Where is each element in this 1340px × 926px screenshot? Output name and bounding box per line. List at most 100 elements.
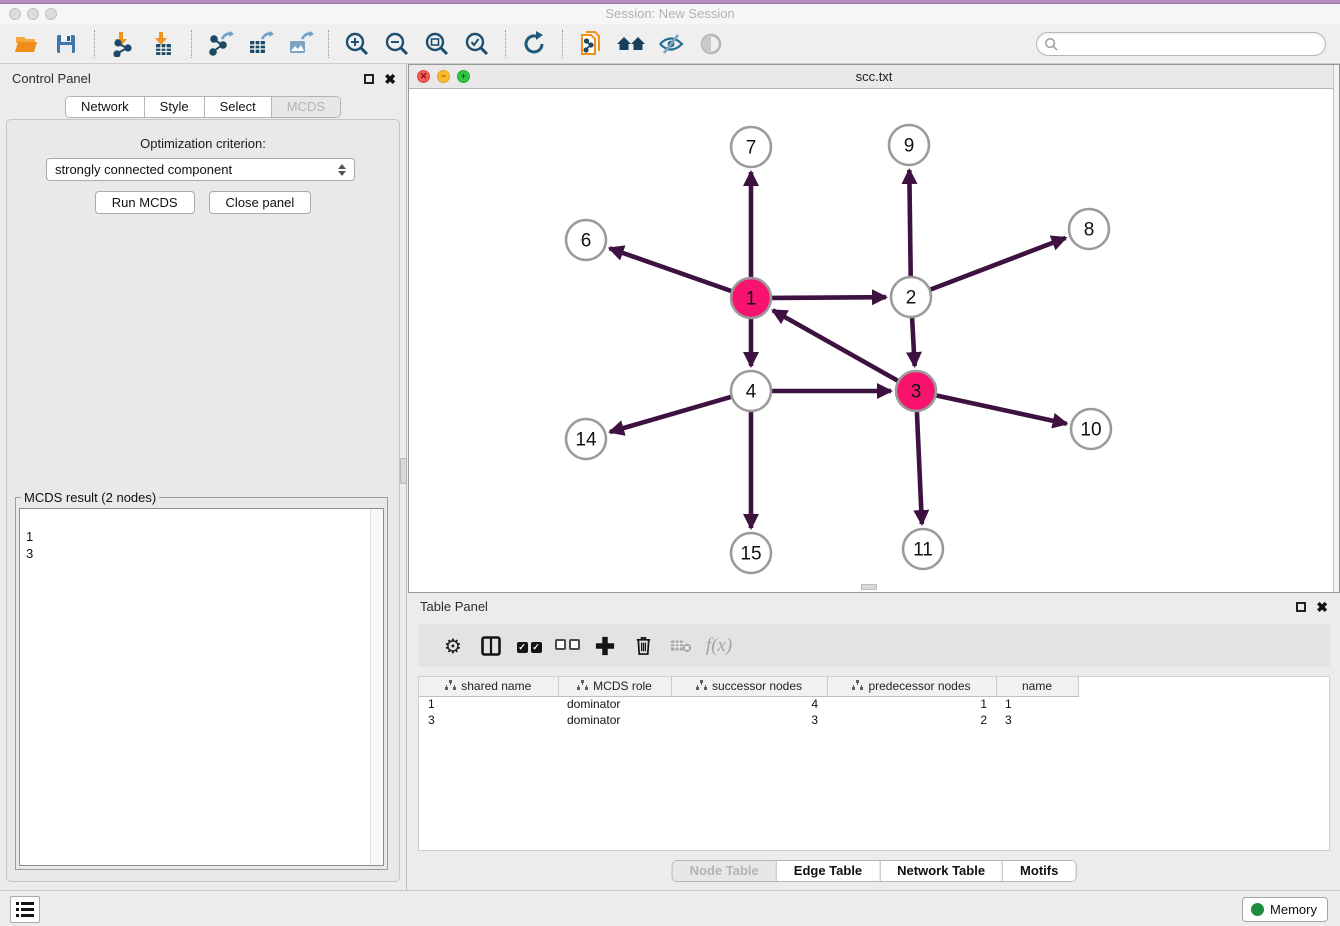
unselect-all-button[interactable]	[548, 629, 586, 663]
tab-edge-table[interactable]: Edge Table	[776, 861, 879, 881]
column-header-successor-nodes[interactable]: successor nodes	[671, 677, 827, 696]
cell-mcds-role[interactable]: dominator	[558, 712, 671, 728]
import-network-button[interactable]	[103, 27, 143, 61]
graph-node-9[interactable]: 9	[889, 125, 929, 165]
tab-select[interactable]: Select	[204, 97, 271, 117]
cell-name[interactable]: 1	[996, 696, 1078, 712]
table-settings-button[interactable]: ⚙	[434, 629, 472, 663]
graph-node-2[interactable]: 2	[891, 277, 931, 317]
tab-style[interactable]: Style	[144, 97, 204, 117]
network-close-button[interactable]: ✕	[417, 70, 430, 83]
open-session-button[interactable]	[6, 27, 46, 61]
svg-text:6: 6	[581, 231, 592, 252]
table-row: 1 dominator 4 1 1	[419, 696, 1078, 712]
panel-splitter-handle[interactable]	[400, 458, 407, 484]
result-scrollbar[interactable]	[370, 509, 383, 865]
titlebar-traffic-lights[interactable]	[9, 8, 57, 20]
search-input[interactable]	[1059, 34, 1325, 54]
zoom-window-button[interactable]	[45, 8, 57, 20]
zoom-in-button[interactable]	[337, 27, 377, 61]
graph-edge-3-1[interactable]	[773, 310, 898, 380]
graph-node-1[interactable]: 1	[731, 278, 771, 318]
memory-button[interactable]: Memory	[1242, 897, 1328, 922]
criterion-select[interactable]: strongly connected component	[46, 158, 355, 181]
graph-edge-2-9[interactable]	[909, 170, 910, 276]
memory-label: Memory	[1270, 902, 1317, 917]
minimize-window-button[interactable]	[27, 8, 39, 20]
tab-network[interactable]: Network	[66, 97, 144, 117]
cell-name[interactable]: 3	[996, 712, 1078, 728]
network-vscroll[interactable]	[1333, 65, 1339, 592]
tab-mcds[interactable]: MCDS	[271, 97, 340, 117]
first-neighbors-button[interactable]	[611, 27, 651, 61]
cell-predecessor-nodes[interactable]: 2	[827, 712, 996, 728]
cell-shared-name[interactable]: 3	[419, 712, 558, 728]
show-panels-button[interactable]	[10, 896, 40, 923]
zoom-fit-button[interactable]	[417, 27, 457, 61]
run-mcds-button[interactable]: Run MCDS	[95, 191, 195, 214]
graph-node-6[interactable]: 6	[566, 220, 606, 260]
graph-edge-1-6[interactable]	[610, 248, 732, 291]
table-row: 3 dominator 3 2 3	[419, 712, 1078, 728]
graph-edge-2-3[interactable]	[912, 318, 915, 366]
column-header-name[interactable]: name	[996, 677, 1078, 696]
tab-motifs[interactable]: Motifs	[1002, 861, 1075, 881]
mcds-tab-content: Optimization criterion: strongly connect…	[6, 119, 400, 882]
zoom-in-icon	[344, 31, 370, 57]
graph-node-8[interactable]: 8	[1069, 209, 1109, 249]
network-minimize-button[interactable]: −	[437, 70, 450, 83]
graph-edge-4-14[interactable]	[610, 397, 731, 432]
close-table-panel-icon[interactable]: ✖	[1316, 600, 1328, 614]
control-panel-header: Control Panel ✖	[0, 64, 406, 93]
show-all-button[interactable]	[691, 27, 731, 61]
graph-node-10[interactable]: 10	[1071, 409, 1111, 449]
add-row-button[interactable]	[586, 629, 624, 663]
zoom-out-button[interactable]	[377, 27, 417, 61]
graph-edge-1-2[interactable]	[772, 297, 886, 298]
graph-edge-3-10[interactable]	[937, 396, 1067, 424]
close-window-button[interactable]	[9, 8, 21, 20]
graph-node-3[interactable]: 3	[896, 371, 936, 411]
graph-node-15[interactable]: 15	[731, 533, 771, 573]
network-canvas[interactable]: 7 9 6 8 1 2 4 3 14 10 15 11	[409, 89, 1339, 592]
graph-node-11[interactable]: 11	[903, 529, 943, 569]
zoom-selected-button[interactable]	[457, 27, 497, 61]
hide-selected-button[interactable]	[651, 27, 691, 61]
network-maximize-button[interactable]: +	[457, 70, 470, 83]
graph-edge-3-11[interactable]	[917, 412, 922, 524]
new-network-from-selection-button[interactable]	[571, 27, 611, 61]
cell-mcds-role[interactable]: dominator	[558, 696, 671, 712]
float-panel-icon[interactable]	[364, 74, 374, 84]
graph-node-7[interactable]: 7	[731, 127, 771, 167]
graph-node-4[interactable]: 4	[731, 371, 771, 411]
import-table-button[interactable]	[143, 27, 183, 61]
float-table-panel-icon[interactable]	[1296, 602, 1306, 612]
cell-successor-nodes[interactable]: 3	[671, 712, 827, 728]
column-header-predecessor-nodes[interactable]: predecessor nodes	[827, 677, 996, 696]
graph-edge-2-8[interactable]	[931, 238, 1066, 290]
delete-column-button[interactable]	[662, 629, 700, 663]
close-panel-icon[interactable]: ✖	[384, 72, 396, 86]
column-header-shared-name[interactable]: shared name	[419, 677, 558, 696]
select-all-button[interactable]: ✓✓	[510, 629, 548, 663]
function-builder-button[interactable]: f(x)	[700, 629, 738, 663]
save-session-button[interactable]	[46, 27, 86, 61]
network-hscroll-handle[interactable]	[861, 584, 877, 590]
cell-successor-nodes[interactable]: 4	[671, 696, 827, 712]
show-columns-button[interactable]	[472, 629, 510, 663]
export-image-button[interactable]	[280, 27, 320, 61]
delete-row-button[interactable]	[624, 629, 662, 663]
graph-node-14[interactable]: 14	[566, 419, 606, 459]
tab-network-table[interactable]: Network Table	[879, 861, 1002, 881]
column-header-mcds-role[interactable]: MCDS role	[558, 677, 671, 696]
close-panel-button[interactable]: Close panel	[209, 191, 312, 214]
refresh-view-button[interactable]	[514, 27, 554, 61]
export-network-button[interactable]	[200, 27, 240, 61]
cell-shared-name[interactable]: 1	[419, 696, 558, 712]
mcds-result-list[interactable]: 1 3	[19, 508, 384, 866]
tab-node-table[interactable]: Node Table	[673, 861, 776, 881]
search-box[interactable]	[1036, 32, 1326, 56]
cell-predecessor-nodes[interactable]: 1	[827, 696, 996, 712]
export-table-button[interactable]	[240, 27, 280, 61]
save-floppy-icon	[54, 32, 78, 56]
